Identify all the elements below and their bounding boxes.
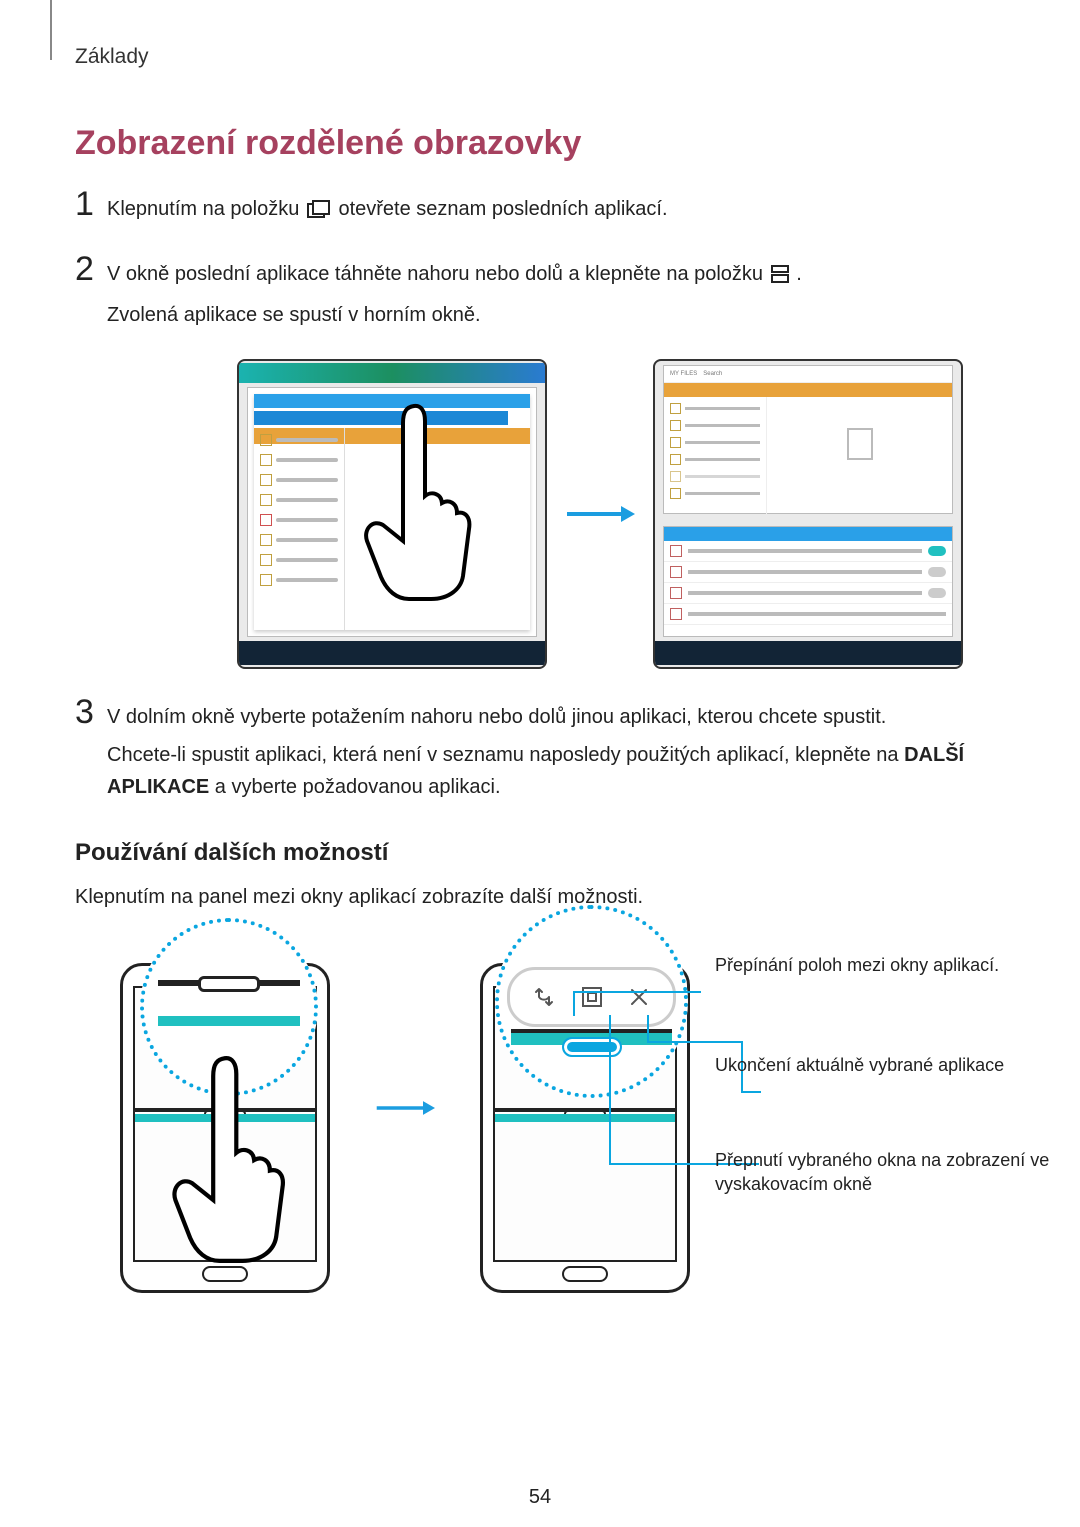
step-1: 1 Klepnutím na položku otevřete seznam p… [75, 191, 1005, 234]
figure-tablet-right: MY FILESSearch [653, 359, 963, 669]
step-1-text-pre: Klepnutím na položku [107, 198, 305, 220]
split-icon [771, 261, 789, 293]
subheading-paragraph: Klepnutím na panel mezi okny aplikací zo… [75, 881, 1005, 913]
arrow-right-icon [565, 504, 635, 524]
step-3-number: 3 [75, 695, 107, 729]
arrow-right-icon [375, 1098, 435, 1118]
recents-icon [307, 196, 331, 228]
step-3-line2: Chcete-li spustit aplikaci, která není v… [107, 739, 1005, 803]
step-1-text-post: otevřete seznam posledních aplikací. [338, 198, 667, 220]
magnifier-options [495, 905, 688, 1098]
step-2: 2 V okně poslední aplikace táhněte nahor… [75, 256, 1005, 337]
subheading: Používání dalších možností [75, 839, 1005, 867]
callout-swap-windows: Přepínání poloh mezi okny aplikací. [715, 953, 999, 977]
step-2-text-post: . [796, 263, 802, 285]
figure-split-view: MY FILESSearch [195, 359, 1005, 669]
page-title: Zobrazení rozdělené obrazovky [75, 124, 1005, 163]
popup-icon [579, 984, 605, 1010]
figure-options: Přepínání poloh mezi okny aplikací. Ukon… [95, 933, 1005, 1283]
hand-tap-icon [155, 1053, 305, 1263]
step-2-line2: Zvolená aplikace se spustí v horním okně… [107, 299, 1005, 331]
step-2-number: 2 [75, 252, 107, 286]
step-1-number: 1 [75, 187, 107, 221]
figure-tablet-left [237, 359, 547, 669]
step-3-line1: V dolním okně vyberte potažením nahoru n… [107, 701, 1005, 733]
step-3: 3 V dolním okně vyberte potažením nahoru… [75, 699, 1005, 809]
callout-close-app: Ukončení aktuálně vybrané aplikace [715, 1053, 1004, 1077]
close-icon [626, 984, 652, 1010]
section-header: Základy [75, 45, 1005, 69]
page-top-rule [50, 0, 52, 60]
step-2-text-pre: V okně poslední aplikace táhněte nahoru … [107, 263, 769, 285]
swap-icon [531, 984, 557, 1010]
page-number: 54 [0, 1486, 1080, 1509]
callout-popup-window: Přepnutí vybraného okna na zobrazení ve … [715, 1148, 1080, 1197]
